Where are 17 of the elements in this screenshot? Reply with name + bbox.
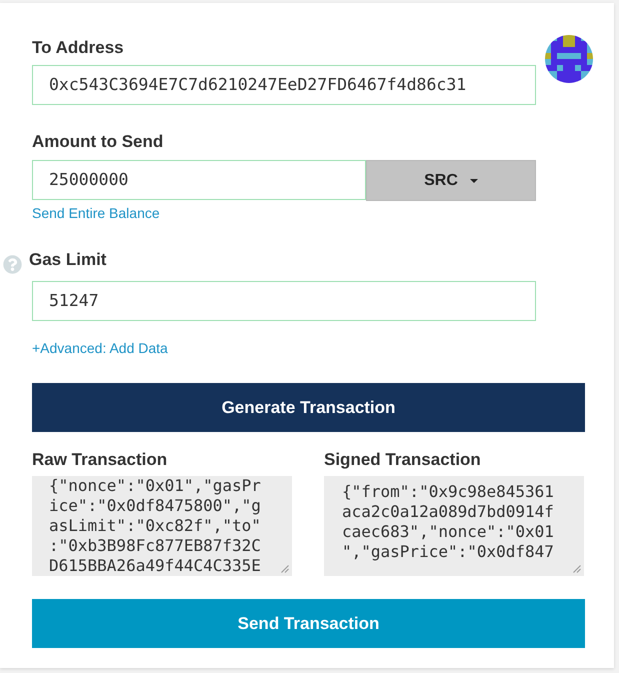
resize-handle-icon[interactable] [281,565,289,573]
generate-transaction-button[interactable]: Generate Transaction [32,383,585,432]
to-address-input[interactable]: 0xc543C3694E7C7d6210247EeD27FD6467f4d86c31 [32,65,536,105]
amount-label: Amount to Send [32,131,164,153]
signed-transaction-field[interactable]: {"from":"0x9c98e845361 aca2c0a12a089d7bd0914f caec683","nonce":"0x01 ","gasPrice":"0x0df847 [324,476,584,576]
gas-limit-input[interactable]: 51247 [32,281,536,321]
gas-limit-label: Gas Limit [29,249,106,271]
currency-dropdown[interactable]: SRC [366,160,536,201]
to-address-label: To Address [32,37,124,59]
caret-icon [470,178,478,182]
raw-transaction-field[interactable]: {"nonce":"0x01","gasPr ice":"0x0df8475800","g asLimit":"0xc82f","to" :"0xb3B98Fc877EB87f32C D615BBA26a49f44C4C335E [32,476,292,576]
raw-transaction-label: Raw Transaction [32,449,168,471]
amount-input[interactable]: 25000000 [32,160,366,200]
identicon-icon [545,35,593,83]
help-icon[interactable] [3,255,22,274]
resize-handle-icon[interactable] [573,565,581,573]
signed-transaction-label: Signed Transaction [324,449,481,471]
